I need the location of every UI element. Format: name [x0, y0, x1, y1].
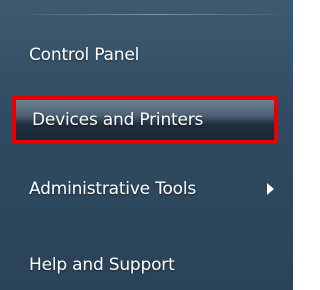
- menu-divider: [28, 14, 278, 15]
- window-edge: [293, 0, 299, 290]
- menu-item-devices-and-printers[interactable]: Devices and Printers: [12, 96, 278, 144]
- menu-item-administrative-tools[interactable]: Administrative Tools: [16, 167, 276, 211]
- submenu-arrow-icon: [267, 183, 274, 195]
- menu-item-control-panel[interactable]: Control Panel: [16, 33, 276, 77]
- start-menu-right-pane: Control Panel Devices and Printers Admin…: [0, 0, 299, 290]
- menu-item-help-and-support[interactable]: Help and Support: [16, 243, 276, 287]
